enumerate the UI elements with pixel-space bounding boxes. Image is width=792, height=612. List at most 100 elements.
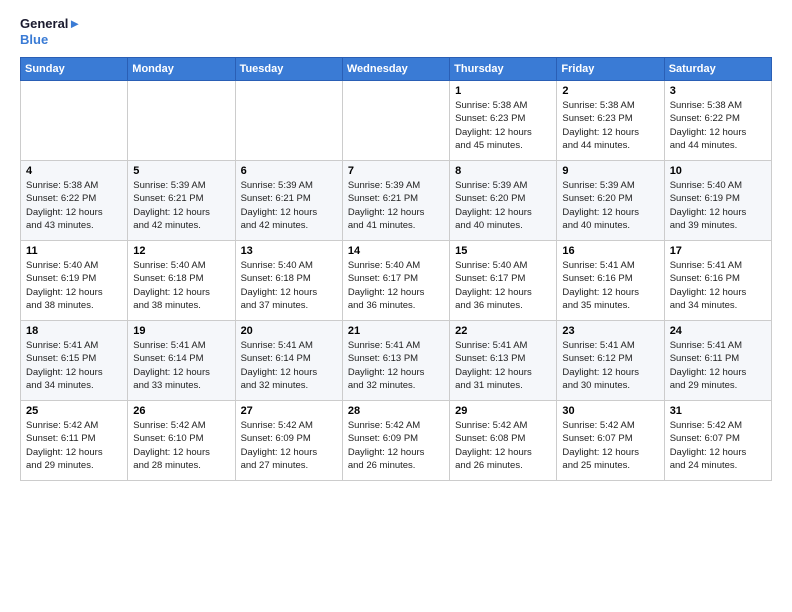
day-number: 25	[26, 405, 122, 417]
calendar-cell: 21 Sunrise: 5:41 AM Sunset: 6:13 PM Dayli…	[342, 321, 449, 401]
calendar-cell: 9Sunrise: 5:39 AM Sunset: 6:20 PM Daylig…	[557, 161, 664, 241]
day-number: 10	[670, 165, 766, 177]
day-info: Sunrise: 5:38 AM Sunset: 6:22 PM Dayligh…	[26, 179, 122, 232]
weekday-header-row: SundayMondayTuesdayWednesdayThursdayFrid…	[21, 58, 772, 81]
calendar-cell: 22Sunrise: 5:41 AM Sunset: 6:13 PM Dayli…	[450, 321, 557, 401]
calendar-cell	[128, 81, 235, 161]
calendar-week-4: 18 Sunrise: 5:41 AM Sunset: 6:15 PM Dayli…	[21, 321, 772, 401]
weekday-header-wednesday: Wednesday	[342, 58, 449, 81]
calendar-cell: 14Sunrise: 5:40 AM Sunset: 6:17 PM Dayli…	[342, 241, 449, 321]
calendar-header: SundayMondayTuesdayWednesdayThursdayFrid…	[21, 58, 772, 81]
day-number: 27	[241, 405, 337, 417]
day-info: Sunrise: 5:42 AM Sunset: 6:10 PM Dayligh…	[133, 419, 229, 472]
day-number: 23	[562, 325, 658, 337]
logo: General► Blue	[20, 16, 81, 47]
calendar-cell: 16Sunrise: 5:41 AM Sunset: 6:16 PM Dayli…	[557, 241, 664, 321]
day-number: 20	[241, 325, 337, 337]
day-info: Sunrise: 5:39 AM Sunset: 6:21 PM Dayligh…	[133, 179, 229, 232]
day-number: 5	[133, 165, 229, 177]
calendar-cell: 26 Sunrise: 5:42 AM Sunset: 6:10 PM Dayli…	[128, 401, 235, 481]
calendar-body: 1 Sunrise: 5:38 AM Sunset: 6:23 PM Daylig…	[21, 81, 772, 481]
day-number: 30	[562, 405, 658, 417]
day-number: 7	[348, 165, 444, 177]
day-number: 18	[26, 325, 122, 337]
day-number: 28	[348, 405, 444, 417]
day-info: Sunrise: 5:41 AM Sunset: 6:14 PM Dayligh…	[133, 339, 229, 392]
calendar-cell: 19 Sunrise: 5:41 AM Sunset: 6:14 PM Dayli…	[128, 321, 235, 401]
calendar-cell: 23 Sunrise: 5:41 AM Sunset: 6:12 PM Dayli…	[557, 321, 664, 401]
day-info: Sunrise: 5:41 AM Sunset: 6:14 PM Dayligh…	[241, 339, 337, 392]
logo-text: General► Blue	[20, 16, 81, 47]
day-number: 29	[455, 405, 551, 417]
day-number: 12	[133, 245, 229, 257]
calendar-cell: 12 Sunrise: 5:40 AM Sunset: 6:18 PM Dayli…	[128, 241, 235, 321]
day-number: 6	[241, 165, 337, 177]
calendar-week-5: 25Sunrise: 5:42 AM Sunset: 6:11 PM Dayli…	[21, 401, 772, 481]
calendar-cell: 25Sunrise: 5:42 AM Sunset: 6:11 PM Dayli…	[21, 401, 128, 481]
calendar-cell: 18 Sunrise: 5:41 AM Sunset: 6:15 PM Dayli…	[21, 321, 128, 401]
day-number: 3	[670, 85, 766, 97]
day-info: Sunrise: 5:38 AM Sunset: 6:23 PM Dayligh…	[562, 99, 658, 152]
day-number: 13	[241, 245, 337, 257]
day-info: Sunrise: 5:41 AM Sunset: 6:13 PM Dayligh…	[348, 339, 444, 392]
day-number: 21	[348, 325, 444, 337]
calendar-cell: 30 Sunrise: 5:42 AM Sunset: 6:07 PM Dayli…	[557, 401, 664, 481]
weekday-header-friday: Friday	[557, 58, 664, 81]
calendar-cell: 11 Sunrise: 5:40 AM Sunset: 6:19 PM Dayli…	[21, 241, 128, 321]
day-number: 1	[455, 85, 551, 97]
day-number: 8	[455, 165, 551, 177]
day-info: Sunrise: 5:40 AM Sunset: 6:18 PM Dayligh…	[241, 259, 337, 312]
calendar-cell: 17Sunrise: 5:41 AM Sunset: 6:16 PM Dayli…	[664, 241, 771, 321]
calendar-cell	[235, 81, 342, 161]
calendar-cell: 13 Sunrise: 5:40 AM Sunset: 6:18 PM Dayli…	[235, 241, 342, 321]
day-info: Sunrise: 5:42 AM Sunset: 6:08 PM Dayligh…	[455, 419, 551, 472]
day-number: 31	[670, 405, 766, 417]
calendar-cell: 10Sunrise: 5:40 AM Sunset: 6:19 PM Dayli…	[664, 161, 771, 241]
day-info: Sunrise: 5:42 AM Sunset: 6:07 PM Dayligh…	[562, 419, 658, 472]
calendar-cell: 4 Sunrise: 5:38 AM Sunset: 6:22 PM Daylig…	[21, 161, 128, 241]
day-number: 2	[562, 85, 658, 97]
day-info: Sunrise: 5:40 AM Sunset: 6:19 PM Dayligh…	[26, 259, 122, 312]
day-info: Sunrise: 5:39 AM Sunset: 6:21 PM Dayligh…	[348, 179, 444, 232]
day-info: Sunrise: 5:41 AM Sunset: 6:11 PM Dayligh…	[670, 339, 766, 392]
calendar-cell: 1 Sunrise: 5:38 AM Sunset: 6:23 PM Daylig…	[450, 81, 557, 161]
day-info: Sunrise: 5:38 AM Sunset: 6:23 PM Dayligh…	[455, 99, 551, 152]
calendar-cell: 29 Sunrise: 5:42 AM Sunset: 6:08 PM Dayli…	[450, 401, 557, 481]
calendar-week-3: 11 Sunrise: 5:40 AM Sunset: 6:19 PM Dayli…	[21, 241, 772, 321]
day-info: Sunrise: 5:42 AM Sunset: 6:09 PM Dayligh…	[241, 419, 337, 472]
day-info: Sunrise: 5:42 AM Sunset: 6:07 PM Dayligh…	[670, 419, 766, 472]
day-number: 24	[670, 325, 766, 337]
day-number: 19	[133, 325, 229, 337]
day-info: Sunrise: 5:40 AM Sunset: 6:18 PM Dayligh…	[133, 259, 229, 312]
calendar-cell: 5 Sunrise: 5:39 AM Sunset: 6:21 PM Daylig…	[128, 161, 235, 241]
day-info: Sunrise: 5:38 AM Sunset: 6:22 PM Dayligh…	[670, 99, 766, 152]
page-header: General► Blue	[20, 16, 772, 47]
day-info: Sunrise: 5:41 AM Sunset: 6:15 PM Dayligh…	[26, 339, 122, 392]
calendar-week-1: 1 Sunrise: 5:38 AM Sunset: 6:23 PM Daylig…	[21, 81, 772, 161]
calendar-week-2: 4 Sunrise: 5:38 AM Sunset: 6:22 PM Daylig…	[21, 161, 772, 241]
weekday-header-sunday: Sunday	[21, 58, 128, 81]
calendar-table: SundayMondayTuesdayWednesdayThursdayFrid…	[20, 57, 772, 481]
calendar-cell	[21, 81, 128, 161]
day-info: Sunrise: 5:39 AM Sunset: 6:21 PM Dayligh…	[241, 179, 337, 232]
weekday-header-thursday: Thursday	[450, 58, 557, 81]
day-number: 26	[133, 405, 229, 417]
calendar-cell: 15 Sunrise: 5:40 AM Sunset: 6:17 PM Dayli…	[450, 241, 557, 321]
day-info: Sunrise: 5:41 AM Sunset: 6:16 PM Dayligh…	[670, 259, 766, 312]
day-number: 15	[455, 245, 551, 257]
day-number: 4	[26, 165, 122, 177]
day-info: Sunrise: 5:39 AM Sunset: 6:20 PM Dayligh…	[562, 179, 658, 232]
day-number: 14	[348, 245, 444, 257]
calendar-cell: 2 Sunrise: 5:38 AM Sunset: 6:23 PM Daylig…	[557, 81, 664, 161]
calendar-cell: 24 Sunrise: 5:41 AM Sunset: 6:11 PM Dayli…	[664, 321, 771, 401]
day-info: Sunrise: 5:42 AM Sunset: 6:09 PM Dayligh…	[348, 419, 444, 472]
calendar-cell: 28 Sunrise: 5:42 AM Sunset: 6:09 PM Dayli…	[342, 401, 449, 481]
calendar-cell: 20 Sunrise: 5:41 AM Sunset: 6:14 PM Dayli…	[235, 321, 342, 401]
calendar-cell	[342, 81, 449, 161]
day-info: Sunrise: 5:41 AM Sunset: 6:16 PM Dayligh…	[562, 259, 658, 312]
day-info: Sunrise: 5:41 AM Sunset: 6:12 PM Dayligh…	[562, 339, 658, 392]
day-number: 11	[26, 245, 122, 257]
weekday-header-monday: Monday	[128, 58, 235, 81]
weekday-header-saturday: Saturday	[664, 58, 771, 81]
day-info: Sunrise: 5:40 AM Sunset: 6:17 PM Dayligh…	[455, 259, 551, 312]
